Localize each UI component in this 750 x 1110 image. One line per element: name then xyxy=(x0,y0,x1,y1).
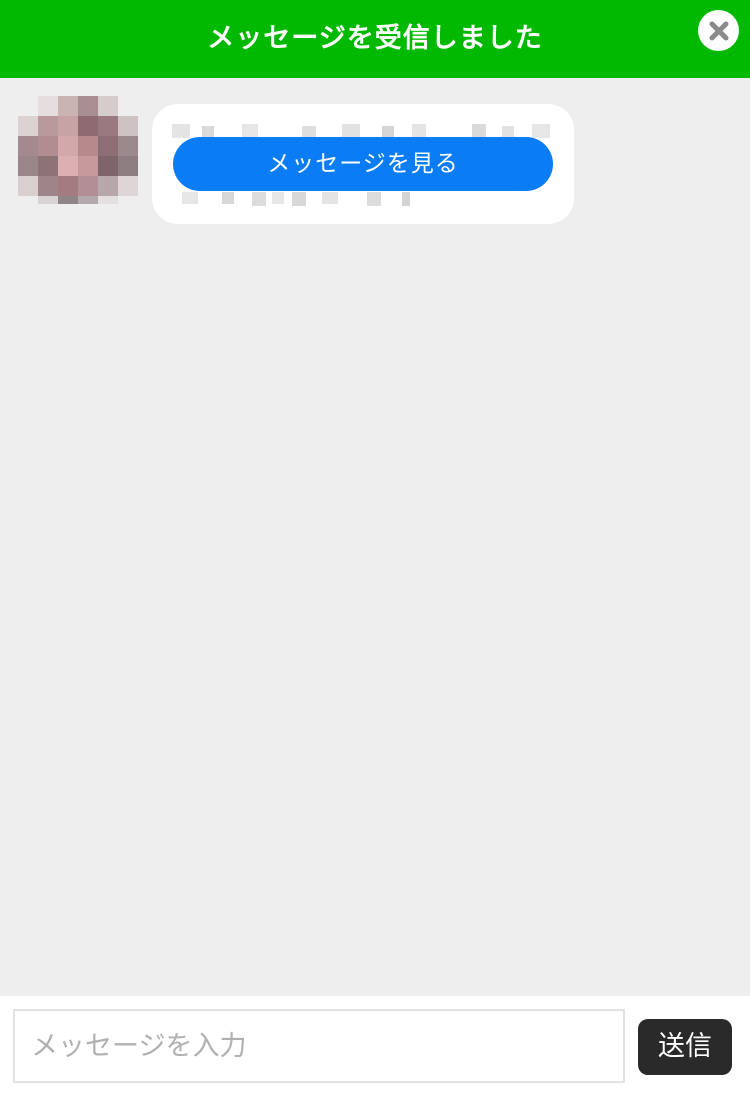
view-message-button[interactable]: メッセージを見る xyxy=(173,137,553,191)
composer-bar: 送信 xyxy=(0,996,750,1110)
message-input[interactable] xyxy=(13,1009,625,1083)
avatar-image xyxy=(18,96,138,204)
close-icon xyxy=(709,21,728,40)
header-title: メッセージを受信しました xyxy=(207,23,543,54)
chat-screen: メッセージを受信しました メッセージを見る メッセージを入力 送信 xyxy=(0,0,750,1110)
avatar[interactable] xyxy=(18,96,140,204)
header-bar: メッセージを受信しました xyxy=(0,0,750,78)
message-bubble: メッセージを見る xyxy=(152,104,574,224)
send-button[interactable]: 送信 xyxy=(638,1019,732,1075)
close-button[interactable] xyxy=(698,10,739,51)
